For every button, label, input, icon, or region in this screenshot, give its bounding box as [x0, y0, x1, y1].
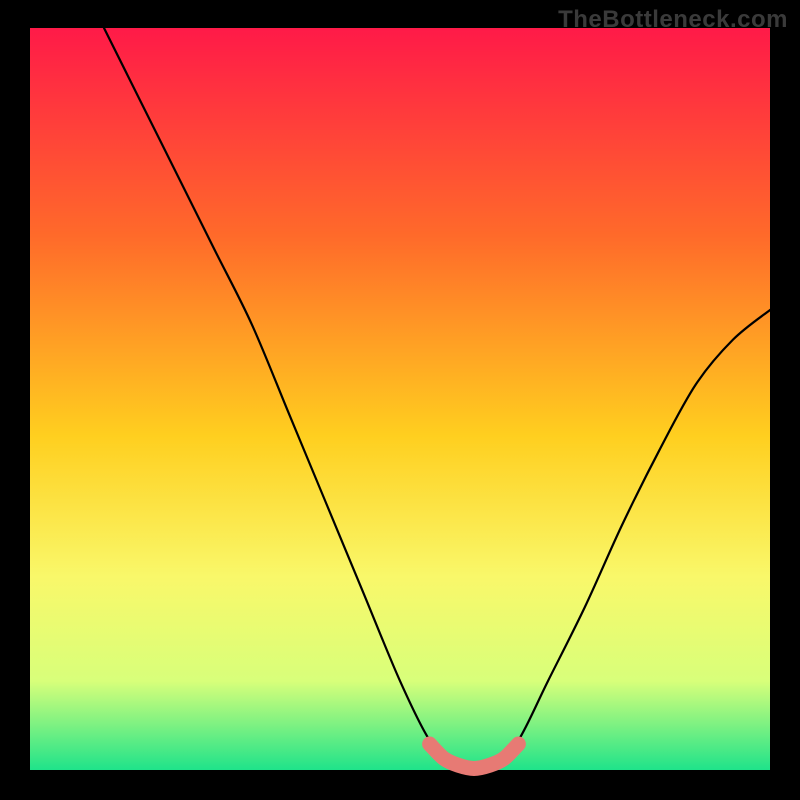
chart-frame: TheBottleneck.com [0, 0, 800, 800]
watermark-text: TheBottleneck.com [558, 6, 788, 34]
plot-background [30, 28, 770, 770]
chart-svg [0, 0, 800, 800]
